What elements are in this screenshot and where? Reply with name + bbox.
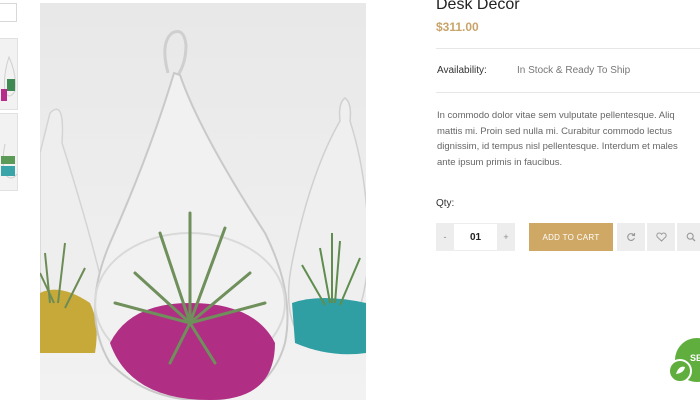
add-to-cart-button[interactable]: ADD TO CART — [529, 223, 613, 251]
product-description: In commodo dolor vitae sem vulputate pel… — [437, 108, 700, 170]
divider — [436, 92, 700, 93]
wishlist-button[interactable] — [647, 223, 675, 251]
product-price: $311.00 — [436, 20, 479, 34]
chat-widget-text: SE — [690, 353, 700, 363]
availability-label: Availability: — [437, 65, 487, 76]
quick-view-button[interactable] — [677, 223, 700, 251]
description-line: mattis mi. Proin sed nulla mi. Curabitur… — [437, 125, 672, 137]
availability-value: In Stock & Ready To Ship — [517, 65, 631, 76]
compare-button[interactable] — [617, 223, 645, 251]
qty-increase-button[interactable]: + — [497, 223, 515, 251]
qty-input[interactable] — [454, 223, 497, 251]
product-title: Desk Decor — [436, 0, 520, 13]
terrarium-illustration — [40, 3, 366, 400]
description-line: In commodo dolor vitae sem vulputate pel… — [437, 110, 675, 121]
thumbnail-placeholder[interactable] — [0, 3, 17, 22]
qty-decrease-button[interactable]: - — [436, 223, 454, 251]
thumbnail-2[interactable] — [0, 113, 18, 191]
product-image — [40, 3, 366, 400]
qty-label: Qty: — [436, 198, 455, 209]
divider — [436, 48, 700, 49]
heart-icon — [655, 232, 667, 242]
thumbnail-column — [0, 0, 20, 400]
description-line: dignissim, id tempus nisl pellentesque. … — [437, 141, 678, 152]
description-line: ante ipsum primis in faucibus. — [437, 156, 563, 168]
refresh-icon — [627, 232, 636, 241]
thumbnail-1[interactable] — [0, 38, 18, 110]
chat-widget[interactable]: SE — [667, 338, 700, 383]
search-icon — [686, 232, 696, 242]
